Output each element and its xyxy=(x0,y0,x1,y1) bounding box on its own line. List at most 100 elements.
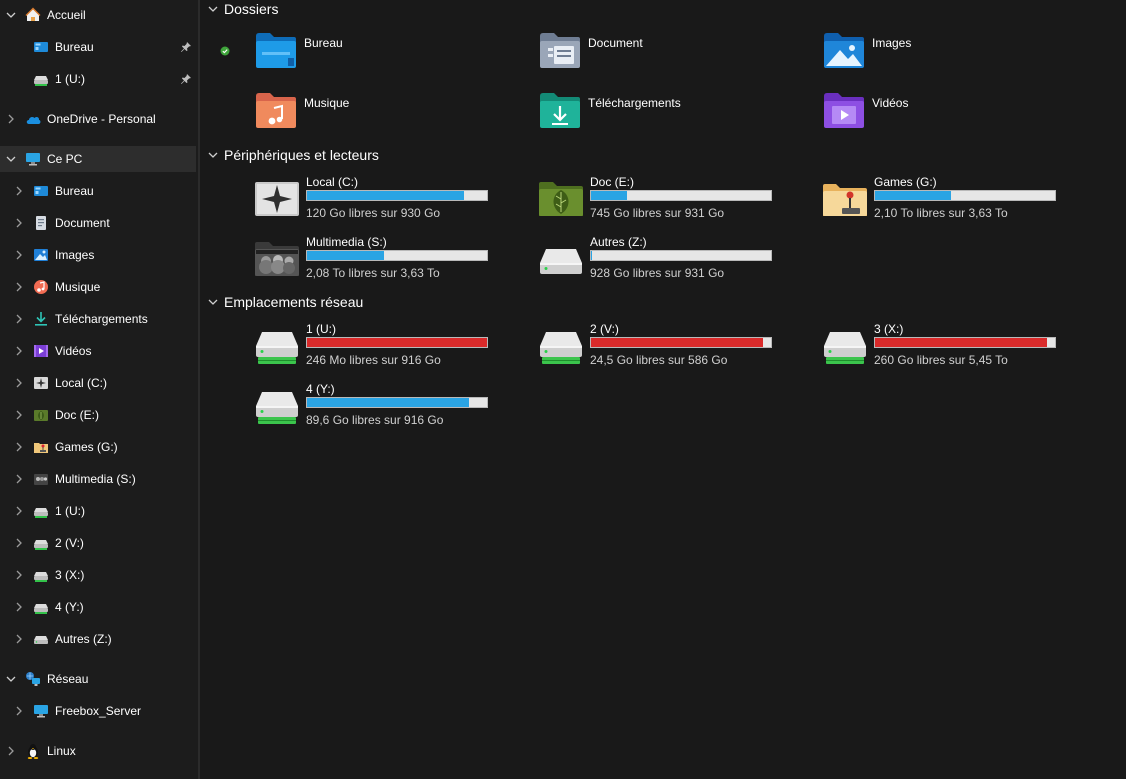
chevron-right-icon[interactable] xyxy=(14,282,24,292)
nav-freebox-server[interactable]: Freebox_Server xyxy=(0,698,196,724)
chevron-right-icon[interactable] xyxy=(14,378,24,388)
music-folder-icon xyxy=(254,90,298,130)
drive-free-space: 2,08 To libres sur 3,63 To xyxy=(306,266,440,280)
chevron-right-icon[interactable] xyxy=(14,506,24,516)
nav-thispc-item[interactable]: Document xyxy=(0,210,196,236)
desktop-icon xyxy=(33,183,49,199)
chevron-down-icon[interactable] xyxy=(6,10,16,20)
drive-tile[interactable]: 4 (Y:) 89,6 Go libres sur 916 Go xyxy=(254,382,524,432)
folder-tile[interactable]: Document xyxy=(538,30,808,78)
chevron-down-icon[interactable] xyxy=(6,674,16,684)
nav-thispc-item[interactable]: Multimedia (S:) xyxy=(0,466,196,492)
chevron-down-icon[interactable] xyxy=(6,154,16,164)
drive-free-space: 246 Mo libres sur 916 Go xyxy=(306,353,441,367)
folder-tile[interactable]: Téléchargements xyxy=(538,90,808,138)
games-drive-icon xyxy=(33,439,49,455)
nav-home[interactable]: Accueil xyxy=(0,2,196,28)
nav-thispc-item[interactable]: Vidéos xyxy=(0,338,196,364)
drive-usage-bar xyxy=(590,250,772,261)
section-folders-header[interactable]: Dossiers xyxy=(200,0,278,18)
nav-thispc-item[interactable]: Doc (E:) xyxy=(0,402,196,428)
folder-tile[interactable]: Images xyxy=(822,30,1092,78)
drive-tile[interactable]: Doc (E:) 745 Go libres sur 931 Go xyxy=(538,175,808,225)
folder-label: Musique xyxy=(304,96,350,110)
chevron-right-icon[interactable] xyxy=(14,634,24,644)
drive-tile[interactable]: Autres (Z:) 928 Go libres sur 931 Go xyxy=(538,235,808,285)
chevron-right-icon[interactable] xyxy=(14,474,24,484)
drive-tile[interactable]: Games (G:) 2,10 To libres sur 3,63 To xyxy=(822,175,1092,225)
folder-tile[interactable]: Musique xyxy=(254,90,524,138)
drive-usage-fill xyxy=(591,338,764,347)
folder-label: Document xyxy=(588,36,643,50)
chevron-right-icon[interactable] xyxy=(6,114,16,124)
drive-tile[interactable]: 2 (V:) 24,5 Go libres sur 586 Go xyxy=(538,322,808,372)
multimedia-drive-icon xyxy=(33,471,49,487)
drive-usage-fill xyxy=(591,191,627,200)
nav-thispc-item[interactable]: Musique xyxy=(0,274,196,300)
download-icon xyxy=(33,311,49,327)
folder-tile[interactable]: Bureau xyxy=(254,30,524,78)
chevron-right-icon[interactable] xyxy=(14,218,24,228)
nav-network[interactable]: Réseau xyxy=(0,666,196,692)
chevron-right-icon[interactable] xyxy=(14,706,24,716)
chevron-right-icon[interactable] xyxy=(14,570,24,580)
computer-icon xyxy=(25,151,41,167)
drive-free-space: 24,5 Go libres sur 586 Go xyxy=(590,353,728,367)
nav-thispc-item[interactable]: Bureau xyxy=(0,178,196,204)
nav-thispc-item[interactable]: 1 (U:) xyxy=(0,498,196,524)
desktop-icon xyxy=(33,39,49,55)
nav-thispc-item[interactable]: Autres (Z:) xyxy=(0,626,196,652)
nav-thispc-item[interactable]: Images xyxy=(0,242,196,268)
network-drive-icon xyxy=(822,326,868,366)
drive-tile[interactable]: 3 (X:) 260 Go libres sur 5,45 To xyxy=(822,322,1092,372)
chevron-right-icon[interactable] xyxy=(14,442,24,452)
chevron-right-icon[interactable] xyxy=(14,602,24,612)
nav-thispc-item-label: Autres (Z:) xyxy=(55,632,112,646)
nav-thispc-item[interactable]: Téléchargements xyxy=(0,306,196,332)
chevron-right-icon[interactable] xyxy=(14,410,24,420)
nav-linux[interactable]: Linux xyxy=(0,738,196,764)
nav-onedrive[interactable]: OneDrive - Personal xyxy=(0,106,196,132)
folder-label: Téléchargements xyxy=(588,96,681,110)
nav-thispc-item[interactable]: Local (C:) xyxy=(0,370,196,396)
navigation-pane: Accueil Bureau 1 (U:) OneDrive - Persona… xyxy=(0,0,200,779)
drive-usage-bar xyxy=(590,190,772,201)
nav-thispc[interactable]: Ce PC xyxy=(0,146,196,172)
download-folder-icon xyxy=(538,90,582,130)
chevron-right-icon[interactable] xyxy=(14,314,24,324)
chevron-down-icon[interactable] xyxy=(208,4,218,14)
section-devices-header[interactable]: Périphériques et lecteurs xyxy=(200,146,379,164)
chevron-right-icon[interactable] xyxy=(14,538,24,548)
nav-thispc-item[interactable]: 2 (V:) xyxy=(0,530,196,556)
chevron-right-icon[interactable] xyxy=(14,346,24,356)
nav-onedrive-label: OneDrive - Personal xyxy=(47,112,156,126)
drive-usage-fill xyxy=(875,338,1047,347)
network-drive-icon xyxy=(33,503,49,519)
drive-name: Autres (Z:) xyxy=(590,235,647,249)
nav-thispc-item[interactable]: Games (G:) xyxy=(0,434,196,460)
nav-quick-u[interactable]: 1 (U:) xyxy=(0,66,196,92)
drive-usage-bar xyxy=(590,337,772,348)
drive-tile[interactable]: 1 (U:) 246 Mo libres sur 916 Go xyxy=(254,322,524,372)
folder-label: Images xyxy=(872,36,912,50)
folder-tile[interactable]: Vidéos xyxy=(822,90,1092,138)
chevron-down-icon[interactable] xyxy=(208,150,218,160)
nav-thispc-item-label: Local (C:) xyxy=(55,376,108,390)
nav-network-label: Réseau xyxy=(47,672,89,686)
chevron-right-icon[interactable] xyxy=(6,746,16,756)
chevron-right-icon[interactable] xyxy=(14,186,24,196)
drive-free-space: 928 Go libres sur 931 Go xyxy=(590,266,725,280)
nav-thispc-item[interactable]: 4 (Y:) xyxy=(0,594,196,620)
folder-label: Bureau xyxy=(304,36,343,50)
drive-usage-fill xyxy=(307,251,384,260)
nav-freebox-server-label: Freebox_Server xyxy=(55,704,142,718)
drive-name: 1 (U:) xyxy=(306,322,336,336)
nav-thispc-item[interactable]: 3 (X:) xyxy=(0,562,196,588)
chevron-right-icon[interactable] xyxy=(14,250,24,260)
chevron-down-icon[interactable] xyxy=(208,297,218,307)
drive-tile[interactable]: Local (C:) 120 Go libres sur 930 Go xyxy=(254,175,524,225)
section-network-header[interactable]: Emplacements réseau xyxy=(200,293,363,311)
drive-usage-fill xyxy=(307,191,464,200)
drive-tile[interactable]: Multimedia (S:) 2,08 To libres sur 3,63 T… xyxy=(254,235,524,285)
nav-quick-bureau[interactable]: Bureau xyxy=(0,34,196,60)
